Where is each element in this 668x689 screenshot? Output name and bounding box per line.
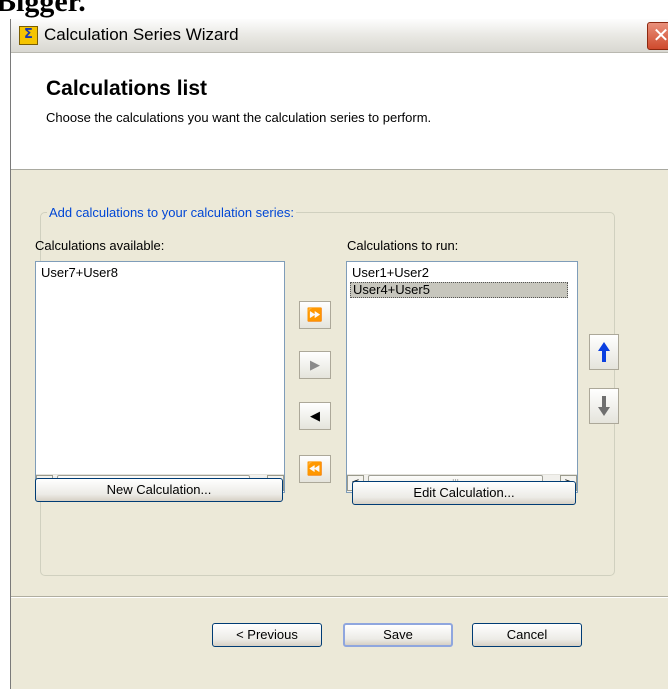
edit-calculation-button[interactable]: Edit Calculation... — [352, 481, 576, 505]
to-run-listbox[interactable]: User1+User2 User4+User5 < III > — [346, 261, 578, 493]
move-down-button[interactable] — [589, 388, 619, 424]
previous-button[interactable]: < Previous — [212, 623, 322, 647]
wizard-header: Calculations list Choose the calculation… — [11, 53, 668, 170]
available-label: Calculations available: — [35, 238, 165, 253]
move-up-button[interactable] — [589, 334, 619, 370]
new-calculation-button[interactable]: New Calculation... — [35, 478, 283, 502]
partial-heading-text: Bigger. — [0, 0, 86, 18]
save-button[interactable]: Save — [343, 623, 453, 647]
double-left-arrow-icon: ⏪ — [306, 461, 324, 477]
arrow-up-icon — [598, 342, 610, 362]
groupbox-label: Add calculations to your calculation ser… — [47, 205, 296, 220]
arrow-down-icon — [598, 396, 610, 416]
footer-divider-highlight — [11, 597, 668, 598]
title-bar[interactable]: Σ Calculation Series Wizard ✕ — [11, 19, 668, 53]
add-button[interactable]: ▶ — [299, 351, 331, 379]
list-item-selected[interactable]: User4+User5 — [350, 282, 568, 298]
window-title: Calculation Series Wizard — [44, 25, 239, 44]
add-all-button[interactable]: ⏩ — [299, 301, 331, 329]
list-item[interactable]: User7+User8 — [39, 265, 120, 281]
right-arrow-icon: ▶ — [310, 357, 320, 373]
remove-all-button[interactable]: ⏪ — [299, 455, 331, 483]
remove-button[interactable]: ◀ — [299, 402, 331, 430]
list-item[interactable]: User1+User2 — [350, 265, 431, 281]
app-icon: Σ — [19, 26, 38, 45]
double-right-arrow-icon: ⏩ — [306, 307, 324, 323]
to-run-label: Calculations to run: — [347, 238, 459, 253]
available-listbox[interactable]: User7+User8 < III > — [35, 261, 285, 493]
page-title: Calculations list — [46, 77, 208, 100]
cancel-button[interactable]: Cancel — [472, 623, 582, 647]
left-arrow-icon: ◀ — [310, 408, 320, 424]
close-button[interactable]: ✕ — [647, 22, 668, 50]
page-subtitle: Choose the calculations you want the cal… — [46, 110, 432, 125]
close-icon: ✕ — [652, 23, 668, 47]
wizard-window: Σ Calculation Series Wizard ✕ Calculatio… — [10, 19, 668, 689]
